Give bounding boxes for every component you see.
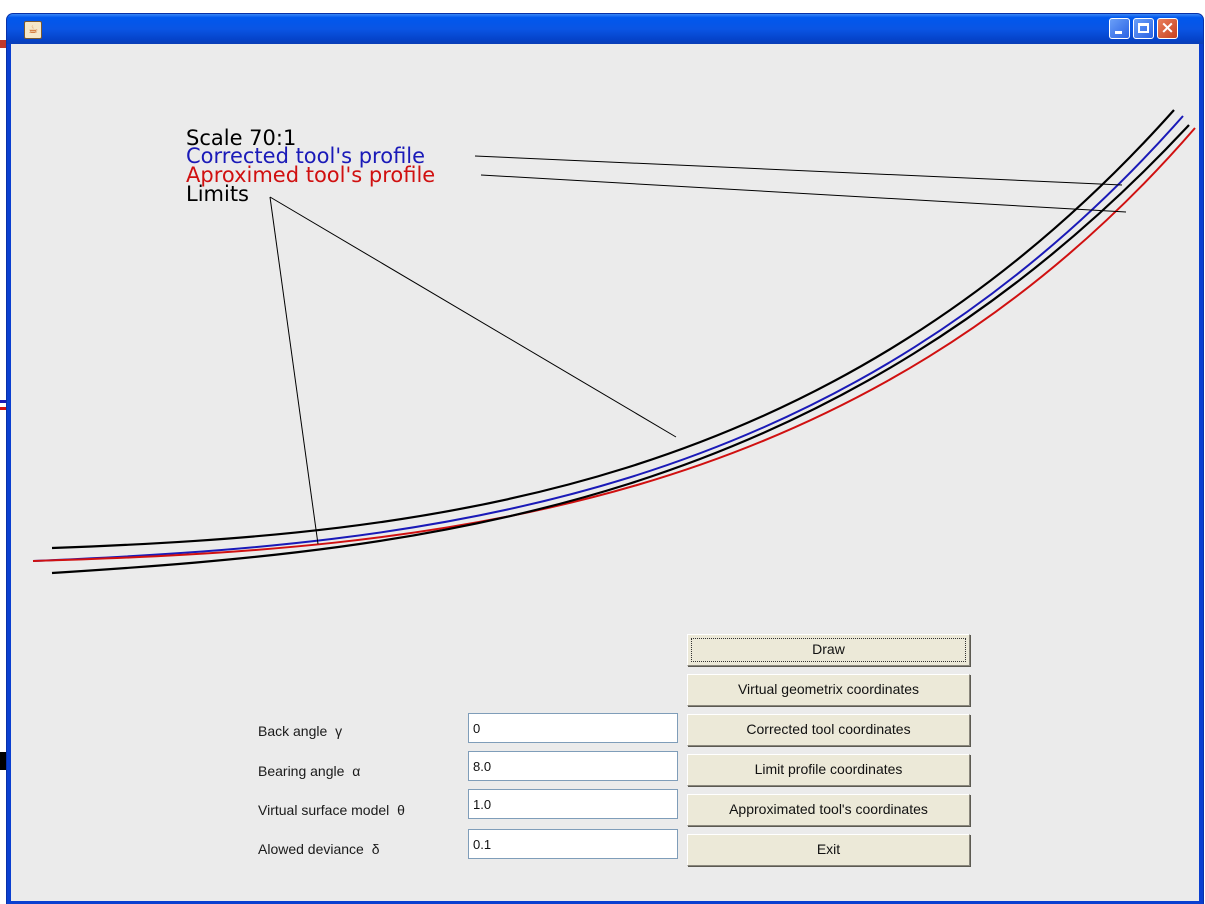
java-cup-icon[interactable]: ☕ bbox=[24, 21, 42, 39]
virtual-geometrix-coordinates-label: Virtual geometrix coordinates bbox=[737, 681, 920, 697]
corrected-tool-coordinates-button[interactable]: Corrected tool coordinates bbox=[687, 714, 970, 746]
close-button[interactable]: × bbox=[1157, 18, 1178, 39]
minimize-icon bbox=[1115, 31, 1122, 34]
limit-profile-coordinates-button[interactable]: Limit profile coordinates bbox=[687, 754, 970, 786]
back-angle-label: Back angle γ bbox=[258, 723, 342, 739]
exit-button-label: Exit bbox=[816, 841, 841, 857]
allowed-deviance-label-text: Alowed deviance bbox=[258, 841, 364, 857]
delta-symbol: δ bbox=[371, 841, 380, 857]
allowed-deviance-label: Alowed deviance δ bbox=[258, 841, 380, 857]
background-fragment bbox=[0, 40, 7, 48]
virtual-surface-input[interactable] bbox=[468, 789, 678, 819]
virtual-surface-label-text: Virtual surface model bbox=[258, 802, 390, 818]
back-angle-input[interactable] bbox=[468, 713, 678, 743]
alpha-symbol: α bbox=[352, 763, 361, 779]
corrected-tool-coordinates-label: Corrected tool coordinates bbox=[746, 721, 911, 737]
client-area: Scale 70:1 Corrected tool's profile Apro… bbox=[11, 44, 1199, 901]
exit-button[interactable]: Exit bbox=[687, 834, 970, 866]
background-fragment bbox=[0, 407, 7, 410]
title-bar[interactable]: ☕ × bbox=[7, 14, 1203, 44]
bearing-angle-label-text: Bearing angle bbox=[258, 763, 345, 779]
virtual-geometrix-coordinates-button[interactable]: Virtual geometrix coordinates bbox=[687, 674, 970, 706]
approximated-tool-coordinates-label: Approximated tool's coordinates bbox=[729, 801, 928, 817]
background-fragment bbox=[0, 400, 7, 403]
approximated-tool-coordinates-button[interactable]: Approximated tool's coordinates bbox=[687, 794, 970, 826]
limits-label: Limits bbox=[186, 182, 249, 206]
focus-indicator bbox=[691, 638, 966, 662]
background-fragment bbox=[0, 752, 7, 770]
bearing-angle-input[interactable] bbox=[468, 751, 678, 781]
drawing-canvas: Scale 70:1 Corrected tool's profile Apro… bbox=[32, 109, 1196, 575]
theta-symbol: θ bbox=[397, 802, 405, 818]
limits-leader-line-lower bbox=[269, 196, 319, 545]
virtual-surface-label: Virtual surface model θ bbox=[258, 802, 405, 818]
main-window: ☕ × Scale 70:1 Corrected tool's profile bbox=[7, 14, 1203, 904]
bearing-angle-label: Bearing angle α bbox=[258, 763, 360, 779]
maximize-button[interactable] bbox=[1133, 18, 1154, 39]
maximize-icon bbox=[1138, 23, 1149, 33]
gamma-symbol: γ bbox=[335, 723, 343, 739]
back-angle-label-text: Back angle bbox=[258, 723, 328, 739]
draw-button[interactable]: Draw bbox=[687, 634, 970, 666]
limit-profile-coordinates-label: Limit profile coordinates bbox=[754, 761, 903, 777]
minimize-button[interactable] bbox=[1109, 18, 1130, 39]
close-icon: × bbox=[1160, 18, 1175, 38]
background-desktop bbox=[0, 0, 1205, 14]
limits-leader-line-upper bbox=[269, 196, 677, 438]
allowed-deviance-input[interactable] bbox=[468, 829, 678, 859]
